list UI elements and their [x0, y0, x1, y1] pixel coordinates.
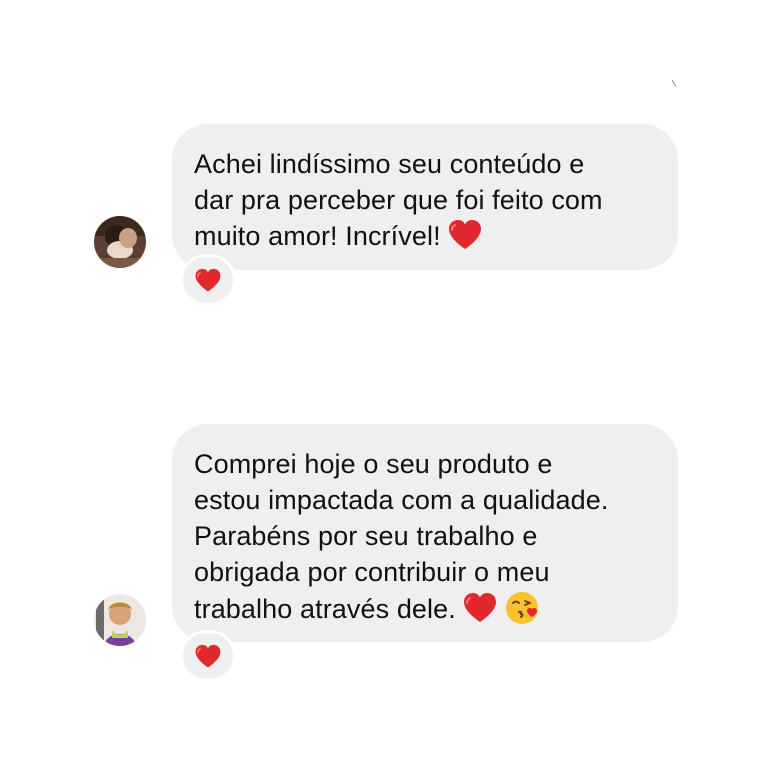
- message-text-content: Achei lindíssimo seu conteúdo e dar pra …: [194, 149, 603, 251]
- reaction-badge[interactable]: [180, 254, 236, 306]
- red-heart-icon: [195, 268, 221, 291]
- red-heart-icon: [448, 220, 481, 249]
- message-bubble[interactable]: Comprei hoje o seu produto e estou impac…: [172, 424, 678, 642]
- message-text-content: Comprei hoje o seu produto e estou impac…: [194, 449, 609, 624]
- reaction-badge[interactable]: [180, 630, 236, 682]
- sender-avatar[interactable]: [94, 216, 146, 268]
- red-heart-icon: [463, 593, 496, 622]
- message-text: Comprei hoje o seu produto e estou impac…: [194, 446, 654, 627]
- red-heart-icon: [195, 644, 221, 667]
- face-blowing-kiss-icon: [505, 592, 538, 624]
- message-bubble[interactable]: Achei lindíssimo seu conteúdo e dar pra …: [172, 124, 678, 270]
- message-text: Achei lindíssimo seu conteúdo e dar pra …: [194, 146, 654, 254]
- decorative-mark: [672, 80, 676, 88]
- sender-avatar[interactable]: [94, 594, 146, 646]
